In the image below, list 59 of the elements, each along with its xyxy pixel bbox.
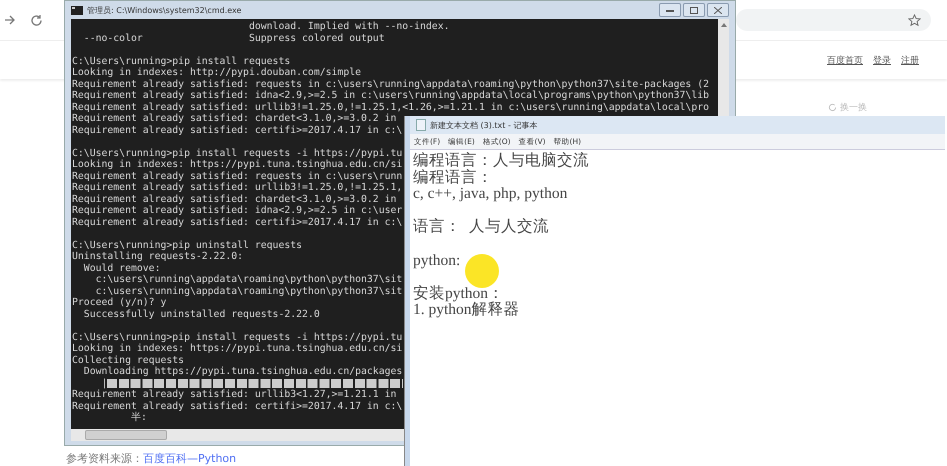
- console-line: Requirement already satisfied: certifi>=2017.4.17 in c:\: [72, 216, 402, 228]
- text-line: 安装python：: [413, 284, 504, 302]
- console-line: --no-color Suppress colored output: [82, 32, 385, 44]
- scroll-up-icon[interactable]: [720, 23, 726, 27]
- minimize-icon: [666, 8, 674, 12]
- console-line: Looking in indexes: http://pypi.douban.com/simple: [72, 67, 362, 78]
- text-line: 1. python解释器: [413, 301, 520, 318]
- console-line: Looking in indexes: https://pypi.tuna.tsinghua.edu.cn/si: [72, 159, 402, 170]
- console-line: c:\users\running\appdata\roaming\python\python37\sit: [94, 286, 402, 297]
- console-line: C:\Users\running>pip install requests -i https://pypi.tu: [72, 332, 402, 343]
- source-label: 参考资料来源：: [66, 452, 143, 465]
- console-line: download. Implied with --no-index.: [248, 21, 450, 32]
- console-line: Requirement already satisfied: certifi>=2017.4.17 in c:\: [72, 400, 402, 412]
- header-link[interactable]: 登录: [873, 54, 891, 66]
- console-line: Requirement already satisfied: urllib3<1.27,>=1.21.1 in: [72, 389, 396, 400]
- text-line: 语言： 人与人交流: [413, 218, 549, 236]
- console-line: Requirement already satisfied: chardet<3.1.0,>=3.0.2 in: [72, 194, 396, 205]
- window-title: 管理员: C:\Windows\system32\cmd.exe: [87, 4, 242, 16]
- console-line: Requirement already satisfied: urllib3!=1.25.0,!=1.25.1,<1.26,>=1.21.1 in c:\users\running\appdata\local\pro: [72, 102, 710, 113]
- maximize-button[interactable]: [683, 3, 705, 17]
- reload-icon[interactable]: [30, 14, 43, 26]
- console-line: Proceed (y/n)? y: [72, 297, 166, 308]
- console-line: Collecting requests: [72, 354, 184, 366]
- text-line: c, c++, java, php, python: [413, 185, 568, 202]
- console-line: Requirement already satisfied: requests in c:\users\runn: [72, 170, 402, 182]
- console-line: Requirement already satisfied: urllib3!=1.25.0,!=1.25.1,: [72, 182, 402, 194]
- console-line: Uninstalling requests-2.22.0:: [72, 251, 244, 262]
- console-line: Requirement already satisfied: requests in c:\users\running\appdata\roaming\python\python37\site-packages (2: [72, 78, 710, 90]
- console-line: 半:: [130, 412, 147, 424]
- console-line: Downloading https://pypi.tuna.tsinghua.edu.cn/packages: [82, 366, 402, 378]
- window-title: 新建文本文档 (3).txt - 记事本: [430, 120, 538, 130]
- console-line: Successfully uninstalled requests-2.22.0: [82, 308, 320, 320]
- console-line: |: [100, 378, 108, 389]
- close-icon: [714, 6, 722, 14]
- forward-icon[interactable]: [4, 14, 16, 26]
- console-icon: [71, 6, 83, 14]
- source-link[interactable]: 百度百科—Python: [143, 452, 236, 465]
- cursor-highlight: [465, 254, 499, 288]
- header-link[interactable]: 百度首页: [827, 54, 863, 66]
- console-line: c:\users\running\appdata\roaming\python\python37\sit: [94, 274, 402, 286]
- maximize-icon: [690, 6, 698, 14]
- document-icon: [416, 119, 426, 131]
- text-line: python:: [413, 252, 460, 269]
- console-line: C:\Users\running>pip install requests: [72, 56, 290, 67]
- star-icon[interactable]: [908, 14, 921, 26]
- close-button[interactable]: [707, 3, 729, 17]
- console-line: Requirement already satisfied: certifi>=2017.4.17 in c:\: [72, 124, 402, 136]
- console-line: Requirement already satisfied: chardet<3.1.0,>=3.0.2 in: [72, 113, 396, 124]
- text-line: 编程语言：人与电脑交流: [413, 152, 589, 169]
- refresh-icon: [828, 103, 837, 112]
- minimize-button[interactable]: [659, 3, 681, 17]
- console-line: C:\Users\running>pip install requests -i https://pypi.tu: [72, 148, 402, 159]
- header-link[interactable]: 注册: [901, 54, 919, 66]
- console-line: C:\Users\running>pip uninstall requests: [72, 240, 302, 251]
- console-line: Requirement already satisfied: idna<2.9,>=2.5 in c:\user: [72, 205, 402, 216]
- console-line: Looking in indexes: https://pypi.tuna.tsinghua.edu.cn/si: [72, 343, 402, 354]
- text-line: 编程语言：: [413, 168, 493, 186]
- console-line: Requirement already satisfied: idna<2.9,>=2.5 in c:\users\running\appdata\local\programs\python\python37\lib: [72, 90, 710, 102]
- console-line: Would remove:: [82, 262, 160, 274]
